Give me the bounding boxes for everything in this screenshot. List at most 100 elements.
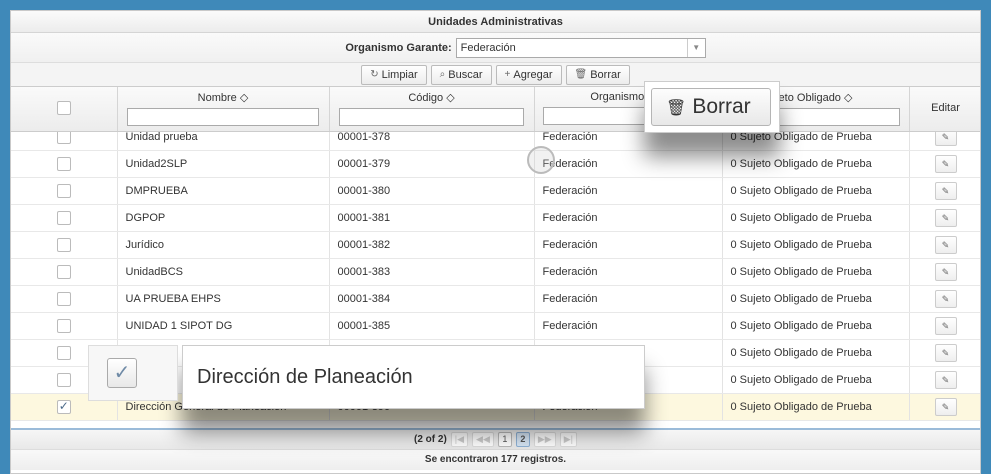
organismo-cell: Federación bbox=[534, 177, 723, 205]
row-checkbox[interactable] bbox=[56, 319, 71, 333]
table-row[interactable]: Jurídico 00001-382 Federación 0 Sujeto Obli… bbox=[11, 231, 980, 259]
table-row[interactable]: Unidad prueba 00001-378 Federación 0 Sujeto… bbox=[11, 131, 980, 151]
limpiar-button[interactable]: ↻ Limpiar bbox=[361, 64, 427, 85]
last-page-button[interactable]: ▶| bbox=[559, 431, 577, 447]
sujeto-cell: 0 Sujeto Obligado de Prueba bbox=[722, 312, 910, 340]
table-row[interactable]: UnidadBCS 00001-383 Federación 0 Sujeto Obl… bbox=[11, 258, 980, 286]
organismo-cell: Federación bbox=[534, 231, 723, 259]
codigo-cell: 00001-379 bbox=[329, 150, 535, 178]
zoom-borrar-button[interactable]: 🗑 Borrar bbox=[651, 88, 771, 126]
chevron-down-icon[interactable]: ▼ bbox=[686, 38, 705, 57]
header-table: Nombre ◇ Código ◇ Organismo Gar eto Obli… bbox=[11, 87, 980, 132]
sujeto-cell: 0 Sujeto Obligado de Prueba bbox=[722, 258, 910, 286]
pencil-icon[interactable]: ✎ bbox=[934, 131, 957, 146]
buscar-label: Buscar bbox=[448, 68, 483, 81]
first-page-button[interactable]: |◀ bbox=[450, 431, 469, 447]
row-checkbox[interactable] bbox=[56, 373, 71, 387]
nombre-cell: Unidad2SLP bbox=[117, 150, 330, 178]
codigo-cell: 00001-384 bbox=[329, 285, 535, 313]
row-select-cell bbox=[11, 258, 118, 286]
table-row[interactable]: Unidad2SLP 00001-379 Federación 0 Sujeto Ob… bbox=[11, 150, 980, 178]
search-icon: ⌕ bbox=[439, 68, 446, 80]
row-checkbox[interactable] bbox=[56, 292, 71, 306]
row-select-cell bbox=[11, 177, 118, 205]
codigo-cell: 00001-381 bbox=[329, 204, 535, 232]
agregar-button[interactable]: + Agregar bbox=[495, 64, 562, 85]
page-1-button[interactable]: 1 bbox=[497, 431, 512, 447]
pencil-icon[interactable]: ✎ bbox=[934, 155, 957, 173]
nombre-cell: Jurídico bbox=[117, 231, 330, 259]
col-nombre[interactable]: Nombre ◇ bbox=[117, 87, 330, 132]
sujeto-cell: 0 Sujeto Obligado de Prueba bbox=[722, 393, 910, 421]
zoom-checkbox-callout: ✓ bbox=[88, 345, 178, 401]
row-checkbox[interactable] bbox=[56, 265, 71, 279]
nombre-cell: UNIDAD 1 SIPOT DG bbox=[117, 312, 330, 340]
pencil-icon[interactable]: ✎ bbox=[934, 290, 957, 308]
sujeto-cell: 0 Sujeto Obligado de Prueba bbox=[722, 150, 910, 178]
codigo-cell: 00001-380 bbox=[329, 177, 535, 205]
pager: (2 of 2) |◀ ◀◀ 1 2 ▶▶ ▶| bbox=[11, 427, 980, 450]
row-checkbox[interactable] bbox=[56, 399, 71, 414]
page-2-button[interactable]: 2 bbox=[515, 431, 530, 447]
row-checkbox[interactable] bbox=[56, 157, 71, 171]
pencil-icon[interactable]: ✎ bbox=[934, 263, 957, 281]
trash-icon: 🗑 bbox=[574, 68, 588, 80]
zoom-checkbox[interactable]: ✓ bbox=[107, 358, 137, 388]
organismo-cell: Federación bbox=[534, 131, 723, 151]
next-page-button[interactable]: ▶▶ bbox=[533, 431, 556, 447]
codigo-cell: 00001-382 bbox=[329, 231, 535, 259]
sujeto-cell: 0 Sujeto Obligado de Prueba bbox=[722, 231, 910, 259]
organismo-select[interactable]: Federación ▼ bbox=[455, 37, 706, 58]
row-checkbox[interactable] bbox=[56, 238, 71, 252]
edit-cell: ✎ bbox=[909, 393, 980, 421]
organismo-cell: Federación bbox=[534, 150, 723, 178]
sujeto-cell: 0 Sujeto Obligado de Prueba bbox=[722, 131, 910, 151]
organismo-value: Federación bbox=[460, 41, 516, 54]
agregar-label: Agregar bbox=[513, 68, 553, 81]
filter-codigo-input[interactable] bbox=[338, 108, 525, 126]
pencil-icon[interactable]: ✎ bbox=[934, 398, 957, 416]
filter-nombre-input[interactable] bbox=[126, 108, 320, 126]
sujeto-cell: 0 Sujeto Obligado de Prueba bbox=[722, 366, 910, 394]
pencil-icon[interactable]: ✎ bbox=[934, 317, 957, 335]
edit-cell: ✎ bbox=[909, 231, 980, 259]
edit-cell: ✎ bbox=[909, 258, 980, 286]
trash-icon: 🗑 bbox=[666, 100, 687, 117]
borrar-button[interactable]: 🗑 Borrar bbox=[565, 64, 630, 85]
pencil-icon[interactable]: ✎ bbox=[934, 182, 957, 200]
row-checkbox[interactable] bbox=[56, 131, 71, 144]
pencil-icon[interactable]: ✎ bbox=[934, 344, 957, 362]
sujeto-cell: 0 Sujeto Obligado de Prueba bbox=[722, 177, 910, 205]
organismo-row: Organismo Garante: Federación ▼ bbox=[11, 33, 980, 63]
sujeto-cell: 0 Sujeto Obligado de Prueba bbox=[722, 285, 910, 313]
edit-cell: ✎ bbox=[909, 312, 980, 340]
organismo-cell: Federación bbox=[534, 312, 723, 340]
pencil-icon[interactable]: ✎ bbox=[934, 371, 957, 389]
edit-cell: ✎ bbox=[909, 150, 980, 178]
select-all-checkbox[interactable] bbox=[56, 101, 71, 116]
pencil-icon[interactable]: ✎ bbox=[934, 209, 957, 227]
buscar-button[interactable]: ⌕ Buscar bbox=[430, 64, 492, 85]
row-checkbox[interactable] bbox=[56, 211, 71, 225]
row-select-cell bbox=[11, 231, 118, 259]
row-checkbox[interactable] bbox=[56, 346, 71, 360]
table-row[interactable]: UNIDAD 1 SIPOT DG 00001-385 Federación 0 Su… bbox=[11, 312, 980, 340]
prev-page-button[interactable]: ◀◀ bbox=[472, 431, 494, 447]
organismo-label: Organismo Garante: bbox=[345, 41, 452, 54]
pencil-icon[interactable]: ✎ bbox=[934, 236, 957, 254]
organismo-cell: Federación bbox=[534, 285, 723, 313]
col-codigo-label: Código ◇ bbox=[408, 92, 455, 104]
row-checkbox[interactable] bbox=[56, 184, 71, 198]
row-select-cell bbox=[11, 204, 118, 232]
edit-cell: ✎ bbox=[909, 131, 980, 151]
table-row[interactable]: DMPRUEBA 00001-380 Federación 0 Sujeto Obli… bbox=[11, 177, 980, 205]
codigo-cell: 00001-378 bbox=[329, 131, 535, 151]
nombre-cell: UA PRUEBA EHPS bbox=[117, 285, 330, 313]
table-row[interactable]: UA PRUEBA EHPS 00001-384 Federación 0 Sujet… bbox=[11, 285, 980, 313]
toolbar: ↻ Limpiar ⌕ Buscar + Agregar 🗑 Borrar bbox=[11, 63, 980, 87]
col-codigo[interactable]: Código ◇ bbox=[329, 87, 535, 132]
row-select-cell bbox=[11, 150, 118, 178]
table-row[interactable]: DGPOP 00001-381 Federación 0 Sujeto Obligad… bbox=[11, 204, 980, 232]
edit-cell: ✎ bbox=[909, 177, 980, 205]
borrar-label: Borrar bbox=[590, 68, 621, 81]
